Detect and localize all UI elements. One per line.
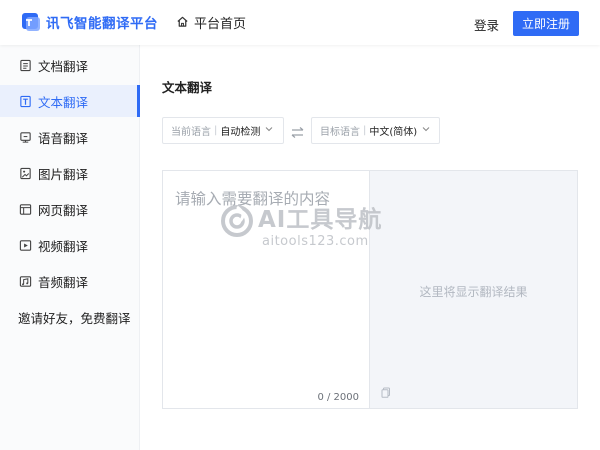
logo-text: 讯飞智能翻译平台 xyxy=(46,16,158,32)
text-icon xyxy=(18,94,32,108)
watermark-logo-icon xyxy=(220,204,254,242)
microphone-icon xyxy=(18,130,32,144)
image-icon xyxy=(18,166,32,180)
sidebar-item-label: 语音翻译 xyxy=(38,130,89,146)
source-language-label: 当前语言 xyxy=(171,127,211,138)
sidebar-item-label: 视频翻译 xyxy=(38,238,89,254)
video-icon xyxy=(18,238,32,252)
output-placeholder: 这里将显示翻译结果 xyxy=(419,285,528,299)
separator: | xyxy=(214,125,218,136)
sidebar-item-label: 图片翻译 xyxy=(38,166,89,182)
sidebar-item-webpage[interactable]: 网页翻译 xyxy=(0,193,140,225)
target-language-label: 目标语言 xyxy=(320,127,360,138)
sidebar-item-text[interactable]: 文本翻译 xyxy=(0,85,140,117)
swap-languages-icon[interactable] xyxy=(290,124,305,143)
sidebar-item-audio[interactable]: 音频翻译 xyxy=(0,265,140,297)
watermark: AI工具导航 aitools123.com xyxy=(220,200,390,262)
home-icon xyxy=(176,13,189,32)
copy-icon[interactable] xyxy=(381,383,391,402)
watermark-title: AI工具导航 xyxy=(258,207,383,233)
sidebar: 文档翻译 文本翻译 语音翻译 图片翻译 网页翻译 视频翻译 音频翻译 邀请好友，… xyxy=(0,45,140,450)
audio-icon xyxy=(18,274,32,288)
sidebar-item-video[interactable]: 视频翻译 xyxy=(0,229,140,261)
chevron-down-icon xyxy=(421,124,431,137)
target-language-select[interactable]: 目标语言 | 中文(简体) xyxy=(311,117,440,144)
translation-output: 这里将显示翻译结果 xyxy=(369,170,578,409)
register-button[interactable]: 立即注册 xyxy=(513,11,579,36)
top-header: 讯飞智能翻译平台 平台首页 登录 立即注册 xyxy=(0,0,600,45)
home-link[interactable]: 平台首页 xyxy=(176,13,246,32)
source-language-value: 自动检测 xyxy=(220,127,261,138)
login-link[interactable]: 登录 xyxy=(474,15,499,34)
home-label: 平台首页 xyxy=(194,17,247,32)
separator: | xyxy=(363,125,367,136)
logo-icon xyxy=(20,11,42,33)
sidebar-item-label: 文档翻译 xyxy=(38,58,89,74)
watermark-subtitle: aitools123.com xyxy=(262,234,369,249)
sidebar-item-label: 文本翻译 xyxy=(38,94,89,110)
sidebar-item-image[interactable]: 图片翻译 xyxy=(0,157,140,189)
chevron-down-icon xyxy=(264,124,274,137)
character-count: 0 / 2000 xyxy=(317,392,359,403)
sidebar-item-speech[interactable]: 语音翻译 xyxy=(0,121,140,153)
source-language-select[interactable]: 当前语言 | 自动检测 xyxy=(162,117,284,144)
sidebar-item-document[interactable]: 文档翻译 xyxy=(0,49,140,81)
page-title: 文本翻译 xyxy=(162,80,213,95)
invite-friends-link[interactable]: 邀请好友，免费翻译 xyxy=(18,308,131,327)
target-language-value: 中文(简体) xyxy=(369,127,418,138)
document-icon xyxy=(18,58,32,72)
sidebar-item-label: 音频翻译 xyxy=(38,274,89,290)
sidebar-item-label: 网页翻译 xyxy=(38,202,89,218)
brand-logo[interactable]: 讯飞智能翻译平台 xyxy=(20,11,158,33)
webpage-icon xyxy=(18,202,32,216)
